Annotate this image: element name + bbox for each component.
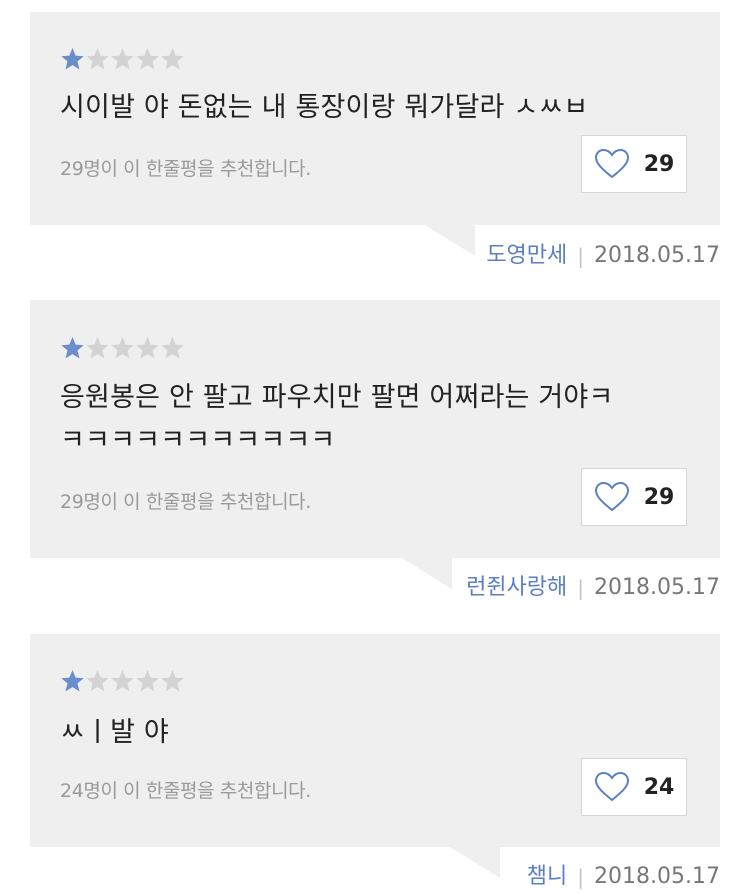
review-item: ㅆㅣ발 야 24명이 이 한줄평을 추천합니다. 24 챔니 | 2018.05… xyxy=(30,634,720,889)
star-empty-icon xyxy=(136,670,159,692)
star-filled-icon xyxy=(61,670,84,692)
heart-outline-icon xyxy=(594,771,630,803)
review-text: 응원봉은 안 팔고 파우치만 팔면 어쩌라는 거야ㅋ ㅋㅋㅋㅋㅋㅋㅋㅋㅋㅋㅋ xyxy=(60,382,614,456)
star-empty-icon xyxy=(111,48,134,70)
star-rating xyxy=(60,336,185,360)
recommend-count-text: 29명이 이 한줄평을 추천합니다. xyxy=(60,158,311,180)
review-text: ㅆㅣ발 야 xyxy=(60,717,169,748)
review-text: 시이발 야 돈없는 내 통장이랑 뭐가달라 ㅅㅆㅂ xyxy=(60,92,589,123)
review-item: 시이발 야 돈없는 내 통장이랑 뭐가달라 ㅅㅆㅂ 29명이 이 한줄평을 추천… xyxy=(30,12,720,268)
recommend-count-text: 29명이 이 한줄평을 추천합니다. xyxy=(60,491,311,513)
author-name[interactable]: 런쥔사랑해 xyxy=(466,573,567,603)
review-card: 시이발 야 돈없는 내 통장이랑 뭐가달라 ㅅㅆㅂ 29명이 이 한줄평을 추천… xyxy=(30,12,720,256)
review-card: ㅆㅣ발 야 24명이 이 한줄평을 추천합니다. 24 xyxy=(30,634,720,878)
star-empty-icon xyxy=(86,337,109,359)
review-meta: 챔니 | 2018.05.17 xyxy=(527,862,720,892)
recommend-count-text: 24명이 이 한줄평을 추천합니다. xyxy=(60,780,311,802)
author-name[interactable]: 챔니 xyxy=(527,862,567,892)
speech-bubble-tail xyxy=(450,847,500,878)
author-name[interactable]: 도영만세 xyxy=(486,241,567,271)
star-rating xyxy=(60,47,185,71)
meta-separator: | xyxy=(577,244,585,268)
like-count: 29 xyxy=(643,484,675,510)
speech-bubble-tail xyxy=(402,558,452,589)
like-count: 24 xyxy=(643,774,675,800)
star-filled-icon xyxy=(61,337,84,359)
review-item: 응원봉은 안 팔고 파우치만 팔면 어쩌라는 거야ㅋ ㅋㅋㅋㅋㅋㅋㅋㅋㅋㅋㅋ 2… xyxy=(30,300,720,600)
star-empty-icon xyxy=(111,670,134,692)
like-button[interactable]: 24 xyxy=(581,758,687,816)
star-empty-icon xyxy=(86,670,109,692)
like-button[interactable]: 29 xyxy=(581,135,687,193)
heart-outline-icon xyxy=(594,481,630,513)
review-date: 2018.05.17 xyxy=(594,864,720,889)
star-filled-icon xyxy=(61,48,84,70)
review-meta: 런쥔사랑해 | 2018.05.17 xyxy=(466,573,720,603)
meta-separator: | xyxy=(577,865,585,889)
review-meta: 도영만세 | 2018.05.17 xyxy=(486,241,720,271)
star-empty-icon xyxy=(161,337,184,359)
meta-separator: | xyxy=(577,576,585,600)
review-date: 2018.05.17 xyxy=(594,243,720,268)
star-empty-icon xyxy=(86,48,109,70)
like-count: 29 xyxy=(643,151,675,177)
review-card: 응원봉은 안 팔고 파우치만 팔면 어쩌라는 거야ㅋ ㅋㅋㅋㅋㅋㅋㅋㅋㅋㅋㅋ 2… xyxy=(30,300,720,589)
star-empty-icon xyxy=(161,670,184,692)
star-rating xyxy=(60,669,185,693)
review-date: 2018.05.17 xyxy=(594,575,720,600)
star-empty-icon xyxy=(111,337,134,359)
like-button[interactable]: 29 xyxy=(581,468,687,526)
star-empty-icon xyxy=(136,337,159,359)
star-empty-icon xyxy=(161,48,184,70)
speech-bubble-tail xyxy=(425,225,475,256)
heart-outline-icon xyxy=(594,148,630,180)
star-empty-icon xyxy=(136,48,159,70)
